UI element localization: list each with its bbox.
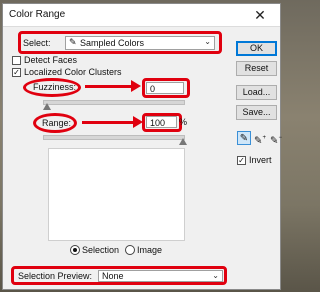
fuzziness-slider-thumb[interactable]	[43, 103, 51, 110]
image-radio-label: Image	[137, 245, 163, 255]
selection-preview-value: None	[102, 271, 124, 281]
add-to-sample-icon[interactable]: ✎+	[253, 131, 267, 146]
chevron-down-icon: ⌄	[212, 271, 219, 280]
range-unit: %	[179, 117, 188, 127]
chevron-down-icon: ⌄	[204, 37, 211, 46]
selection-preview-thumbnail	[48, 148, 185, 241]
detect-faces-checkbox[interactable]	[12, 56, 21, 65]
fuzziness-arrow-icon	[85, 80, 141, 92]
subtract-from-sample-icon[interactable]: ✎−	[269, 131, 283, 146]
selection-radio-label: Selection	[82, 245, 120, 255]
detect-faces-label: Detect Faces	[24, 55, 78, 65]
invert-checkbox[interactable]: ✓	[237, 156, 246, 165]
select-dropdown[interactable]: ✎ Sampled Colors ⌄	[65, 36, 215, 50]
save-button[interactable]: Save...	[236, 105, 277, 120]
localized-clusters-label: Localized Color Clusters	[24, 67, 122, 77]
eyedropper-icon[interactable]: ✎	[237, 131, 251, 145]
title-bar: Color Range ✕	[3, 4, 280, 27]
select-value: Sampled Colors	[80, 38, 145, 48]
range-input[interactable]: 100	[146, 116, 177, 128]
select-highlight: Select: ✎ Sampled Colors ⌄	[18, 31, 222, 54]
eyedropper-icon: ✎	[69, 37, 77, 47]
range-slider-thumb[interactable]	[179, 138, 187, 145]
ok-button[interactable]: OK	[236, 41, 277, 56]
load-button[interactable]: Load...	[236, 85, 277, 100]
reset-button[interactable]: Reset	[236, 61, 277, 76]
invert-label: Invert	[249, 155, 272, 165]
color-range-dialog: Color Range ✕ Select: ✎ Sampled Colors ⌄…	[2, 3, 283, 290]
image-radio[interactable]	[125, 245, 135, 255]
fuzziness-label: Fuzziness:	[33, 82, 77, 92]
fuzziness-slider-track[interactable]	[43, 100, 185, 105]
select-label: Select:	[23, 38, 51, 48]
range-arrow-icon	[82, 116, 143, 128]
localized-clusters-checkbox[interactable]: ✓	[12, 68, 21, 77]
selection-radio[interactable]	[70, 245, 80, 255]
selection-preview-label: Selection Preview:	[18, 271, 93, 281]
selection-preview-highlight: Selection Preview: None ⌄	[11, 266, 227, 285]
fuzziness-input[interactable]: 0	[146, 82, 184, 94]
window-title: Color Range	[9, 9, 66, 20]
close-icon[interactable]: ✕	[240, 4, 280, 26]
range-label: Range:	[42, 118, 72, 128]
selection-preview-dropdown[interactable]: None ⌄	[98, 270, 223, 282]
range-slider-track[interactable]	[43, 135, 185, 140]
